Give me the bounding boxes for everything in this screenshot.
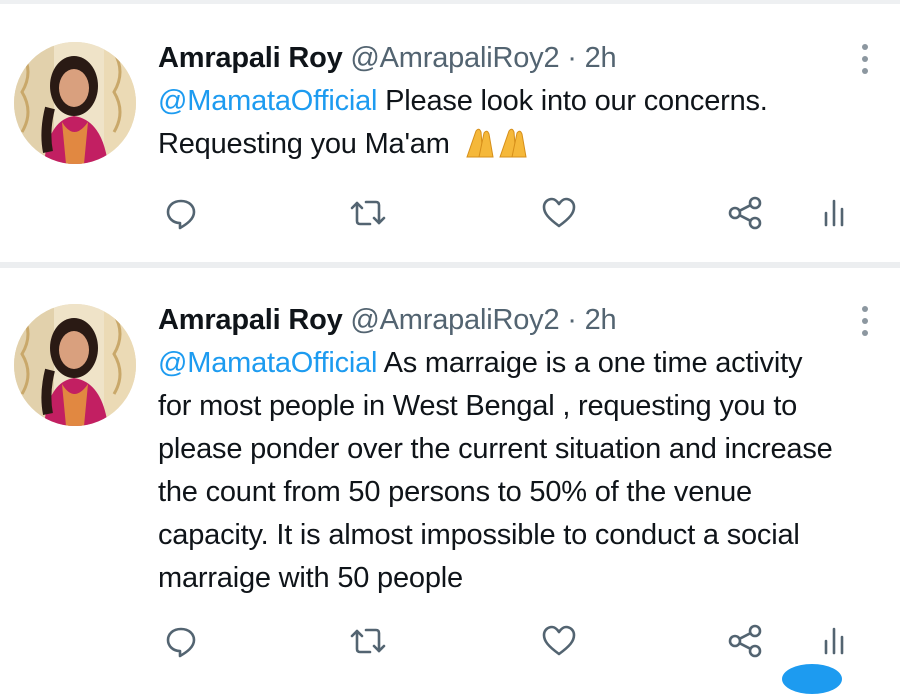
more-options-icon[interactable] [860,42,870,78]
share-button[interactable] [722,620,768,666]
reply-icon [163,623,199,664]
mention-link[interactable]: @MamataOfficial [158,347,378,379]
share-icon [725,195,765,236]
analytics-icon [820,195,850,236]
reply-icon [163,195,199,236]
share-icon [725,623,765,664]
timestamp[interactable]: 2h [585,42,617,74]
separator-dot: · [567,304,577,336]
more-options-icon[interactable] [860,304,870,340]
tweet-actions [0,620,900,670]
avatar[interactable] [14,304,136,426]
tweet-text-line: capacity. It is almost impossible to con… [158,519,800,551]
top-edge-divider [0,0,900,4]
tweet-text-line: Requesting you Ma'am [158,128,450,160]
analytics-icon [820,623,850,664]
display-name[interactable]: Amrapali Roy [158,42,343,74]
reply-button[interactable] [158,620,204,666]
tweet-text-line: for most people in West Bengal , request… [158,390,798,422]
tweet-text-line: marraige with 50 people [158,562,463,594]
tweet[interactable]: Amrapali Roy @AmrapaliRoy2 · 2h @MamataO… [0,6,900,262]
display-name[interactable]: Amrapali Roy [158,304,343,336]
retweet-icon [348,195,388,236]
avatar[interactable] [14,42,136,164]
compose-tweet-button[interactable] [782,664,842,694]
tweet-actions [0,192,900,242]
like-button[interactable] [536,192,582,238]
tweet-content: Amrapali Roy @AmrapaliRoy2 · 2h @MamataO… [158,302,870,600]
reply-button[interactable] [158,192,204,238]
tweet[interactable]: Amrapali Roy @AmrapaliRoy2 · 2h @MamataO… [0,268,900,675]
timestamp[interactable]: 2h [585,304,617,336]
tweet-text-line: please ponder over the current situation… [158,433,833,465]
like-icon [540,195,578,236]
tweet-text-line: the count from 50 persons to 50% of the … [158,476,752,508]
tweet-text-line: Please look into our concerns. [377,85,768,117]
tweet-text-line: As marraige is a one time activity [377,347,803,379]
tweet-text: @MamataOfficial As marraige is a one tim… [158,342,870,600]
share-button[interactable] [722,192,768,238]
folded-hands-emoji-icon [462,127,532,172]
user-handle[interactable]: @AmrapaliRoy2 [350,304,559,336]
tweet-content: Amrapali Roy @AmrapaliRoy2 · 2h @MamataO… [158,40,870,172]
like-button[interactable] [536,620,582,666]
retweet-button[interactable] [345,192,391,238]
like-icon [540,623,578,664]
tweet-text: @MamataOfficial Please look into our con… [158,80,870,172]
mention-link[interactable]: @MamataOfficial [158,85,378,117]
retweet-button[interactable] [345,620,391,666]
user-handle[interactable]: @AmrapaliRoy2 [350,42,559,74]
analytics-button[interactable] [812,620,858,666]
analytics-button[interactable] [812,192,858,238]
tweet-header: Amrapali Roy @AmrapaliRoy2 · 2h [158,40,870,76]
retweet-icon [348,623,388,664]
separator-dot: · [567,42,577,74]
tweet-header: Amrapali Roy @AmrapaliRoy2 · 2h [158,302,870,338]
